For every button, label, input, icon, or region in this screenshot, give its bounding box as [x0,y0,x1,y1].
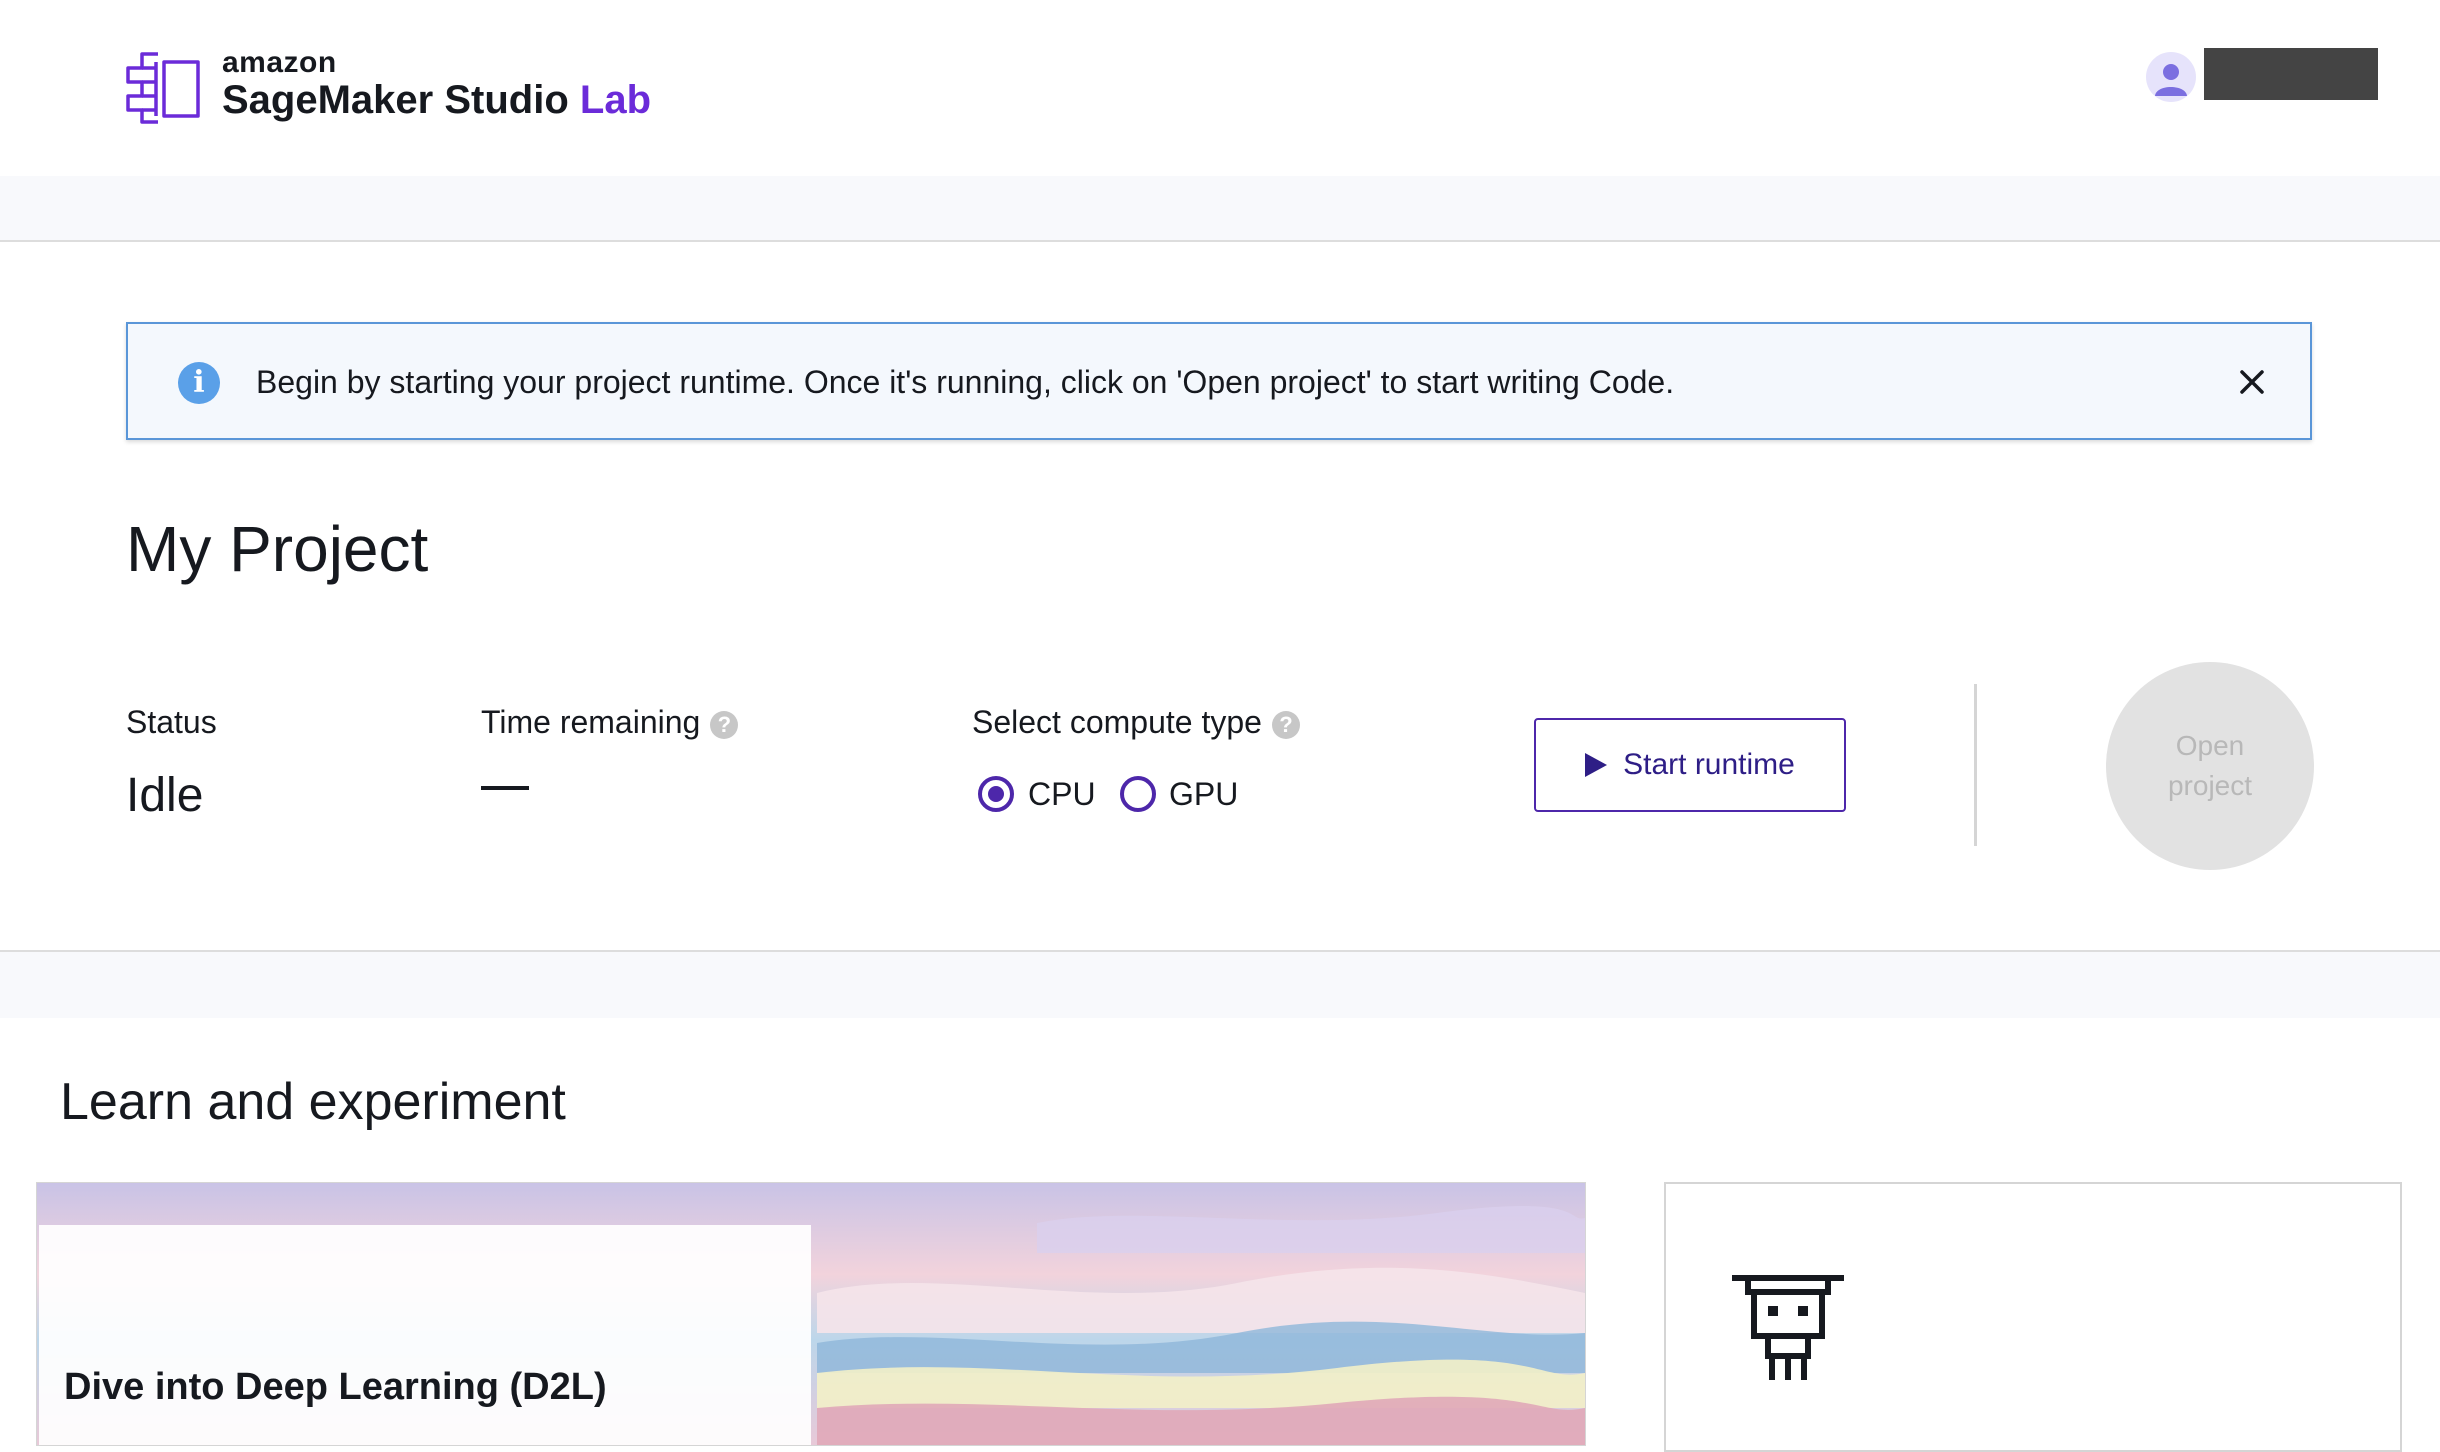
logo-product-text: SageMaker Studio [222,78,569,122]
close-icon[interactable] [2230,360,2274,404]
vertical-divider [1974,684,1977,846]
header-band [0,176,2440,242]
start-runtime-label: Start runtime [1623,748,1795,781]
start-runtime-button[interactable]: Start runtime [1534,718,1846,812]
status-label: Status [126,704,217,740]
time-remaining-text: Time remaining [481,704,701,740]
status-value: Idle [126,769,204,822]
compute-type-label: Select compute type? [972,704,1300,741]
compute-type-text: Select compute type [972,704,1262,740]
logo-lab-text: Lab [579,78,652,122]
time-remaining-label: Time remaining? [481,704,739,741]
logo-amazon-text: amazon [222,46,337,79]
info-alert: i Begin by starting your project runtime… [126,322,2312,440]
section-band [0,950,2440,1018]
robot-icon [1732,1275,1844,1380]
help-icon[interactable]: ? [710,710,739,739]
person-icon [2155,64,2187,96]
open-project-button[interactable]: Open project [2106,662,2314,870]
logo-product-name[interactable]: SageMaker Studio Lab [222,78,651,123]
info-icon: i [178,362,220,404]
card-text-panel [39,1225,811,1445]
user-avatar-icon[interactable] [2146,52,2196,102]
page-title: My Project [126,513,429,585]
play-icon [1585,753,1608,777]
time-remaining-value [481,786,529,790]
cpu-radio-label[interactable]: CPU [1028,776,1096,813]
help-icon[interactable]: ? [1271,710,1300,739]
info-alert-text: Begin by starting your project runtime. … [256,364,1675,400]
learn-section-title: Learn and experiment [60,1073,566,1131]
gpu-radio[interactable] [1120,776,1156,812]
d2l-card-title[interactable]: Dive into Deep Learning (D2L) [64,1366,607,1409]
cpu-radio[interactable] [978,776,1014,812]
user-name-redacted[interactable] [2204,48,2378,100]
gpu-radio-label[interactable]: GPU [1169,776,1238,813]
sagemaker-studio-lab-logo-icon[interactable] [122,50,204,126]
